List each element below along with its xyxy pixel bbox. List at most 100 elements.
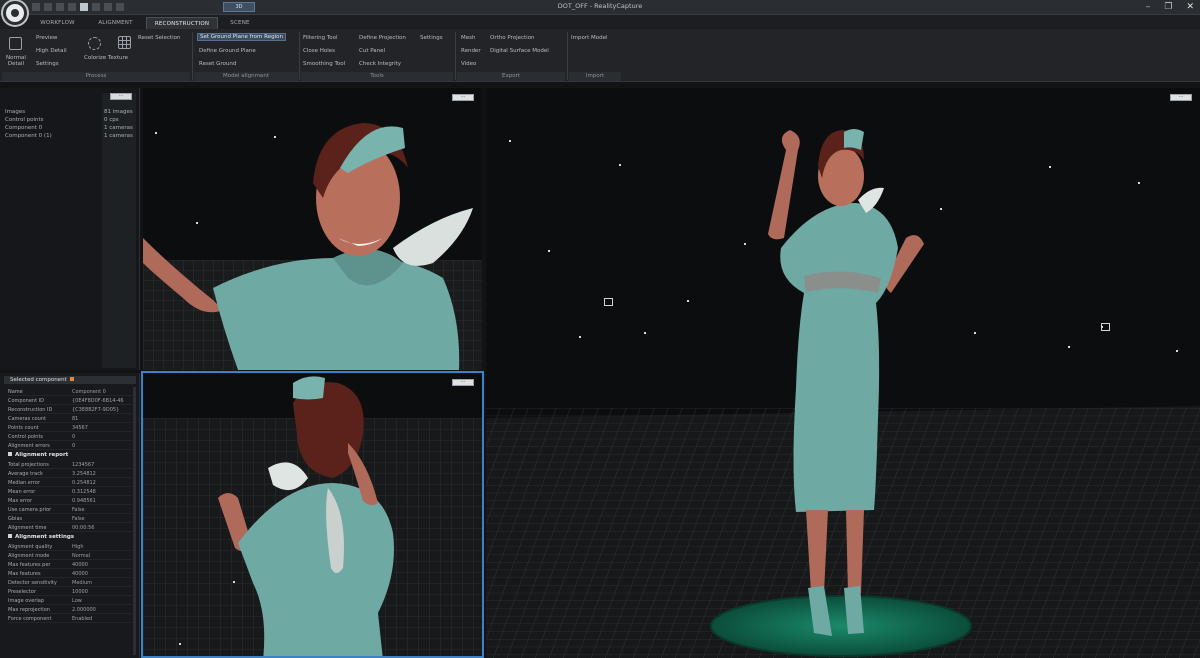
property-row[interactable]: Use camera prior False [8, 506, 132, 514]
set-ground-plane-button[interactable]: Set Ground Plane from Region [197, 33, 286, 41]
property-value: 34567 [72, 425, 88, 431]
property-value: 2.000000 [72, 607, 96, 613]
camera-icon[interactable] [1101, 323, 1110, 331]
viewport-3d[interactable]: ··· [486, 88, 1200, 658]
property-row[interactable]: Component ID {0E4F8D0F-6B14-46 [8, 397, 132, 405]
property-value: False [72, 516, 85, 522]
render-button[interactable]: Render [461, 48, 481, 54]
ortho-projection-button[interactable]: Ortho Projection [490, 35, 535, 41]
property-row[interactable]: Mean error 0.312548 [8, 488, 132, 496]
scrollbar[interactable] [133, 387, 136, 655]
property-key: Median error [8, 480, 40, 486]
property-row[interactable]: Max features per 40000 [8, 561, 132, 569]
tree-value: 81 images [104, 109, 133, 115]
property-row[interactable]: Control points 0 [8, 433, 132, 441]
property-row[interactable]: Total projections 1234567 [8, 461, 132, 469]
tab-alignment[interactable]: ALIGNMENT [88, 17, 143, 29]
property-key: Average track [8, 471, 43, 477]
process-settings-button[interactable]: Settings [36, 61, 59, 67]
tree-value: 1 cameras [104, 125, 133, 131]
property-row[interactable]: Alignment time 00:00:56 [8, 524, 132, 532]
property-group-header[interactable]: Alignment settings [8, 534, 74, 540]
high-detail-button[interactable]: High Detail [36, 48, 67, 54]
property-key: Max error [8, 498, 33, 504]
model-closeup-front [143, 123, 473, 370]
tree-item-component[interactable]: Component 0 [5, 125, 42, 131]
pin-icon[interactable] [69, 377, 74, 381]
ribbon-separator [455, 32, 456, 80]
export-mesh-button[interactable]: Mesh [461, 35, 475, 41]
tree-item-component[interactable]: Component 0 (1) [5, 133, 52, 139]
property-row[interactable]: Gbias False [8, 515, 132, 523]
define-projection-button[interactable]: Define Projection [359, 35, 406, 41]
property-row[interactable]: Detector sensitivity Medium [8, 579, 132, 587]
smoothing-tool-button[interactable]: Smoothing Tool [303, 61, 345, 67]
tab-reconstruction[interactable]: RECONSTRUCTION [146, 17, 218, 29]
tree-value: 0 cps [104, 117, 119, 123]
property-row[interactable]: Max features 40000 [8, 570, 132, 578]
group-label-import: Import [569, 72, 621, 81]
property-row[interactable]: Preselector 10000 [8, 588, 132, 596]
property-key: Total projections [8, 462, 49, 468]
normal-detail-icon [9, 37, 22, 50]
property-group-header[interactable]: Alignment report [8, 452, 68, 458]
tree-value: 1 cameras [104, 133, 133, 139]
property-key: Max reprojection [8, 607, 50, 613]
camera-icon[interactable] [604, 298, 613, 306]
property-key: Image overlap [8, 598, 45, 604]
viewport-2d-bottom[interactable]: ··· [141, 371, 484, 658]
reset-selection-button[interactable]: Reset Selection [138, 35, 180, 41]
tree-item-images[interactable]: Images [5, 109, 25, 115]
close-holes-button[interactable]: Close Holes [303, 48, 335, 54]
selected-component-header[interactable]: Selected component [4, 376, 136, 384]
ribbon-separator [192, 32, 193, 80]
dsm-button[interactable]: Digital Surface Model [490, 48, 549, 54]
property-row[interactable]: Alignment mode Normal [8, 552, 132, 560]
filtering-tool-button[interactable]: Filtering Tool [303, 35, 338, 41]
reset-ground-button[interactable]: Reset Ground [199, 61, 236, 67]
property-key: Alignment errors [8, 443, 50, 449]
viewport-menu-button[interactable]: ··· [452, 94, 474, 101]
import-model-button[interactable]: Import Model [571, 35, 608, 41]
preview-button[interactable]: Preview [36, 35, 57, 41]
maximize-button[interactable]: ❐ [1164, 1, 1172, 13]
normal-detail-button[interactable]: Normal Detail [2, 55, 30, 67]
minimize-button[interactable]: – [1146, 1, 1151, 13]
property-row[interactable]: Alignment quality High [8, 543, 132, 551]
viewport-menu-button[interactable]: ··· [452, 379, 474, 386]
tools-settings-button[interactable]: Settings [420, 35, 443, 41]
property-row[interactable]: Max error 0.948561 [8, 497, 132, 505]
check-integrity-button[interactable]: Check Integrity [359, 61, 401, 67]
property-key: Cameras count [8, 416, 46, 422]
property-row[interactable]: Max reprojection 2.000000 [8, 606, 132, 614]
property-row[interactable]: Cameras count 81 [8, 415, 132, 423]
cut-panel-button[interactable]: Cut Panel [359, 48, 385, 54]
colorize-texture-button[interactable]: Colorize Texture [84, 55, 128, 61]
property-row[interactable]: Median error 0.254812 [8, 479, 132, 487]
viewport-menu-button[interactable]: ··· [1170, 94, 1192, 101]
property-key: Preselector [8, 589, 36, 595]
panel-menu-button[interactable]: ··· [110, 93, 132, 100]
tab-workflow[interactable]: WORKFLOW [30, 17, 85, 29]
property-value: Component 0 [72, 389, 106, 395]
property-value: {0E4F8D0F-6B14-46 [72, 398, 124, 404]
video-button[interactable]: Video [461, 61, 476, 67]
property-row[interactable]: Force component Enabled [8, 615, 132, 623]
property-row[interactable]: Name Component 0 [8, 388, 132, 396]
tree-item-control-points[interactable]: Control points [5, 117, 44, 123]
property-row[interactable]: Alignment errors 0 [8, 442, 132, 450]
close-button[interactable]: ✕ [1186, 1, 1194, 13]
property-value: Low [72, 598, 82, 604]
property-row[interactable]: Image overlap Low [8, 597, 132, 605]
app-logo-icon[interactable] [3, 1, 27, 25]
property-key: Max features [8, 571, 41, 577]
viewport-2d-top[interactable]: ··· [143, 88, 482, 370]
tab-scene[interactable]: SCENE [222, 17, 258, 29]
property-row[interactable]: Reconstruction ID {C3E8B2F7-9D05} [8, 406, 132, 414]
property-row[interactable]: Average track 3.254812 [8, 470, 132, 478]
group-label-process: Process [2, 72, 190, 81]
define-ground-plane-button[interactable]: Define Ground Plane [199, 48, 256, 54]
property-value: 81 [72, 416, 79, 422]
property-row[interactable]: Points count 34567 [8, 424, 132, 432]
property-key: Alignment quality [8, 544, 53, 550]
